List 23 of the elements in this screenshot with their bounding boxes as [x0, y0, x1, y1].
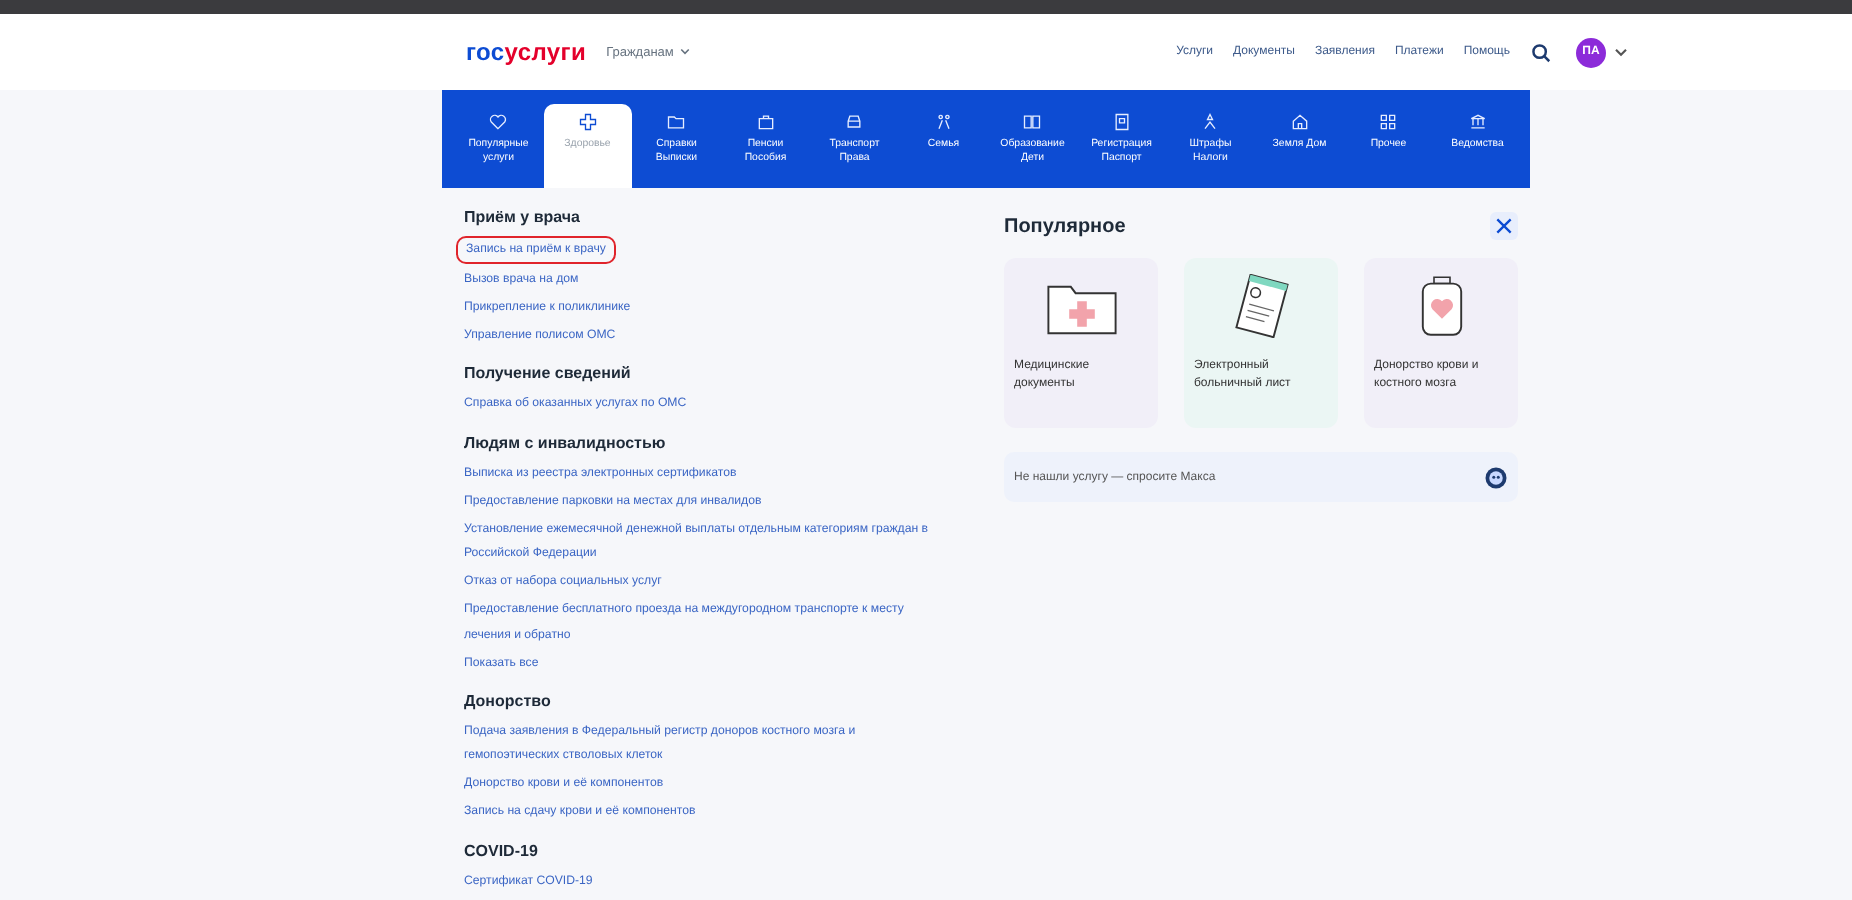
building-icon [1467, 112, 1488, 132]
logo[interactable]: госуслуги [466, 38, 587, 66]
caret-icon [679, 48, 690, 56]
house-icon [1289, 112, 1310, 132]
section-heading: Приём у врача [464, 208, 582, 226]
section-heading: COVID-19 [464, 841, 540, 860]
search-icon[interactable] [1530, 41, 1552, 63]
section-heading: Людям с инвалидностью [464, 433, 668, 452]
section-heading: Донорство [464, 692, 553, 711]
passport-icon [1111, 112, 1132, 132]
grid-icon [1378, 112, 1399, 132]
section-heading: Получение сведений [464, 364, 633, 383]
cross-icon [577, 112, 598, 132]
heart-icon [488, 112, 509, 132]
close-icon[interactable] [1490, 212, 1518, 240]
robot-icon [1484, 465, 1508, 489]
popular-heading: Популярное [1004, 215, 1126, 237]
family-icon [933, 112, 954, 132]
caret-icon[interactable] [1614, 47, 1628, 57]
folder-icon [666, 112, 687, 132]
book-icon [1022, 112, 1043, 132]
briefcase-icon [755, 112, 776, 132]
car-icon [844, 112, 865, 132]
